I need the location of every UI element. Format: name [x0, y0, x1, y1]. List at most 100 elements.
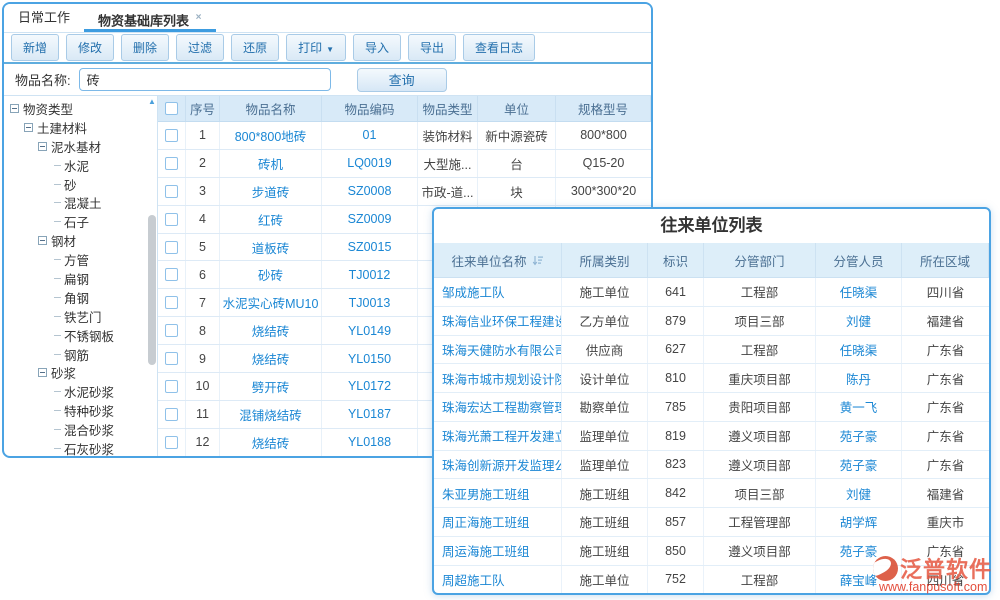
row-checkbox[interactable] — [165, 129, 178, 142]
cell-person[interactable]: 任晓渠 — [816, 278, 902, 306]
tree-item[interactable]: 水泥 — [4, 156, 157, 175]
row-checkbox[interactable] — [165, 185, 178, 198]
item-name-input[interactable] — [79, 68, 331, 91]
cell-person[interactable]: 任晓渠 — [816, 336, 902, 364]
close-icon[interactable]: × — [196, 12, 202, 23]
row-checkbox[interactable] — [165, 268, 178, 281]
cell-item-name[interactable]: 道板砖 — [220, 234, 322, 261]
scroll-up-icon[interactable]: ▲ — [147, 97, 157, 106]
row-checkbox[interactable] — [165, 213, 178, 226]
tree-item[interactable]: 混凝土 — [4, 193, 157, 212]
cell-unit-name[interactable]: 周超施工队 — [434, 566, 562, 594]
column-header[interactable]: 分管部门 — [704, 243, 816, 277]
delete-button[interactable]: 删除 — [121, 34, 169, 61]
cell-unit-name[interactable]: 周运海施工班组 — [434, 537, 562, 565]
cell-item-name[interactable]: 砂砖 — [220, 261, 322, 288]
cell-item-code[interactable]: SZ0009 — [322, 206, 418, 233]
cell-item-name[interactable]: 混铺烧结砖 — [220, 401, 322, 428]
sort-icon[interactable] — [532, 255, 544, 266]
cell-item-name[interactable]: 800*800地砖 — [220, 122, 322, 149]
table-row[interactable]: 邹成施工队 施工单位 641 工程部 任晓渠 四川省 — [434, 278, 989, 307]
cell-item-name[interactable]: 烧结砖 — [220, 429, 322, 456]
row-checkbox[interactable] — [165, 436, 178, 449]
cell-unit-name[interactable]: 珠海天健防水有限公司 — [434, 336, 562, 364]
cell-unit-name[interactable]: 珠海创新源开发监理公司 — [434, 451, 562, 479]
cell-item-code[interactable]: YL0149 — [322, 317, 418, 344]
table-row[interactable]: 珠海光萧工程开发建立有限... 监理单位 819 遵义项目部 苑子豪 广东省 — [434, 422, 989, 451]
column-header[interactable]: 分管人员 — [816, 243, 902, 277]
tree-item[interactable]: 砂 — [4, 175, 157, 194]
column-header[interactable]: 标识 — [648, 243, 704, 277]
import-button[interactable]: 导入 — [353, 34, 401, 61]
column-header[interactable]: 规格型号 — [556, 96, 651, 121]
view-log-button[interactable]: 查看日志 — [463, 34, 535, 61]
row-checkbox[interactable] — [165, 408, 178, 421]
cell-item-code[interactable]: YL0187 — [322, 401, 418, 428]
cell-item-code[interactable]: YL0172 — [322, 373, 418, 400]
table-row[interactable]: 2 砖机 LQ0019 大型施... 台 Q15-20 — [158, 150, 651, 178]
collapse-icon[interactable] — [10, 104, 19, 113]
add-button[interactable]: 新增 — [11, 34, 59, 61]
cell-person[interactable]: 苑子豪 — [816, 451, 902, 479]
column-header[interactable]: 物品名称 — [220, 96, 322, 121]
tab-materials-library[interactable]: 物资基础库列表 × — [84, 4, 215, 32]
column-header[interactable]: 所属类别 — [562, 243, 648, 277]
column-header[interactable]: 所在区域 — [902, 243, 989, 277]
filter-button[interactable]: 过滤 — [176, 34, 224, 61]
row-checkbox[interactable] — [165, 380, 178, 393]
cell-unit-name[interactable]: 朱亚男施工班组 — [434, 479, 562, 507]
row-checkbox[interactable] — [165, 296, 178, 309]
cell-item-code[interactable]: YL0150 — [322, 345, 418, 372]
tree-item[interactable]: 钢材 — [4, 231, 157, 250]
cell-person[interactable]: 刘健 — [816, 307, 902, 335]
collapse-icon[interactable] — [38, 368, 47, 377]
table-row[interactable]: 3 步道砖 SZ0008 市政-道... 块 300*300*20 — [158, 178, 651, 206]
table-row[interactable]: 珠海宏达工程勘察管理公司 勘察单位 785 贵阳项目部 黄一飞 广东省 — [434, 393, 989, 422]
restore-button[interactable]: 还原 — [231, 34, 279, 61]
table-row[interactable]: 珠海创新源开发监理公司 监理单位 823 遵义项目部 苑子豪 广东省 — [434, 451, 989, 480]
table-row[interactable]: 珠海市城市规划设计院 设计单位 810 重庆项目部 陈丹 广东省 — [434, 364, 989, 393]
column-header-unit-name[interactable]: 往来单位名称 — [434, 243, 562, 277]
cell-person[interactable]: 刘健 — [816, 479, 902, 507]
cell-unit-name[interactable]: 邹成施工队 — [434, 278, 562, 306]
tree-item[interactable]: 钢筋 — [4, 345, 157, 364]
tree-item[interactable]: 扁钢 — [4, 269, 157, 288]
cell-person[interactable]: 黄一飞 — [816, 393, 902, 421]
cell-item-name[interactable]: 烧结砖 — [220, 345, 322, 372]
scrollbar-thumb[interactable] — [148, 215, 156, 365]
tree-item[interactable]: 水泥砂浆 — [4, 382, 157, 401]
tree-item[interactable]: 铁艺门 — [4, 307, 157, 326]
table-row[interactable]: 周正海施工班组 施工班组 857 工程管理部 胡学辉 重庆市 — [434, 508, 989, 537]
cell-item-name[interactable]: 劈开砖 — [220, 373, 322, 400]
collapse-icon[interactable] — [24, 123, 33, 132]
table-row[interactable]: 珠海信业环保工程建设有限... 乙方单位 879 项目三部 刘健 福建省 — [434, 307, 989, 336]
row-checkbox[interactable] — [165, 241, 178, 254]
tree-item[interactable]: 土建材料 — [4, 118, 157, 137]
column-header[interactable]: 物品类型 — [418, 96, 478, 121]
cell-item-name[interactable]: 步道砖 — [220, 178, 322, 205]
edit-button[interactable]: 修改 — [66, 34, 114, 61]
query-button[interactable]: 查询 — [357, 68, 447, 92]
tree-scrollbar[interactable]: ▲ — [147, 97, 157, 455]
cell-person[interactable]: 苑子豪 — [816, 422, 902, 450]
cell-person[interactable]: 陈丹 — [816, 364, 902, 392]
tree-item[interactable]: 角钢 — [4, 288, 157, 307]
tab-daily-work[interactable]: 日常工作 — [4, 4, 84, 32]
cell-unit-name[interactable]: 珠海光萧工程开发建立有限... — [434, 422, 562, 450]
row-checkbox[interactable] — [165, 324, 178, 337]
print-button[interactable]: 打印▼ — [286, 34, 346, 61]
cell-unit-name[interactable]: 珠海市城市规划设计院 — [434, 364, 562, 392]
table-row[interactable]: 珠海天健防水有限公司 供应商 627 工程部 任晓渠 广东省 — [434, 336, 989, 365]
cell-item-name[interactable]: 烧结砖 — [220, 317, 322, 344]
row-checkbox[interactable] — [165, 157, 178, 170]
tree-item[interactable]: 混合砂浆 — [4, 420, 157, 439]
column-header[interactable]: 序号 — [186, 96, 220, 121]
tree-item[interactable]: 特种砂浆 — [4, 401, 157, 420]
table-row[interactable]: 1 800*800地砖 01 装饰材料 新中源瓷砖 800*800 — [158, 122, 651, 150]
collapse-icon[interactable] — [38, 142, 47, 151]
cell-item-code[interactable]: 01 — [322, 122, 418, 149]
cell-item-code[interactable]: LQ0019 — [322, 150, 418, 177]
cell-item-name[interactable]: 水泥实心砖MU10 — [220, 289, 322, 316]
cell-item-name[interactable]: 红砖 — [220, 206, 322, 233]
select-all-checkbox[interactable] — [165, 102, 178, 115]
